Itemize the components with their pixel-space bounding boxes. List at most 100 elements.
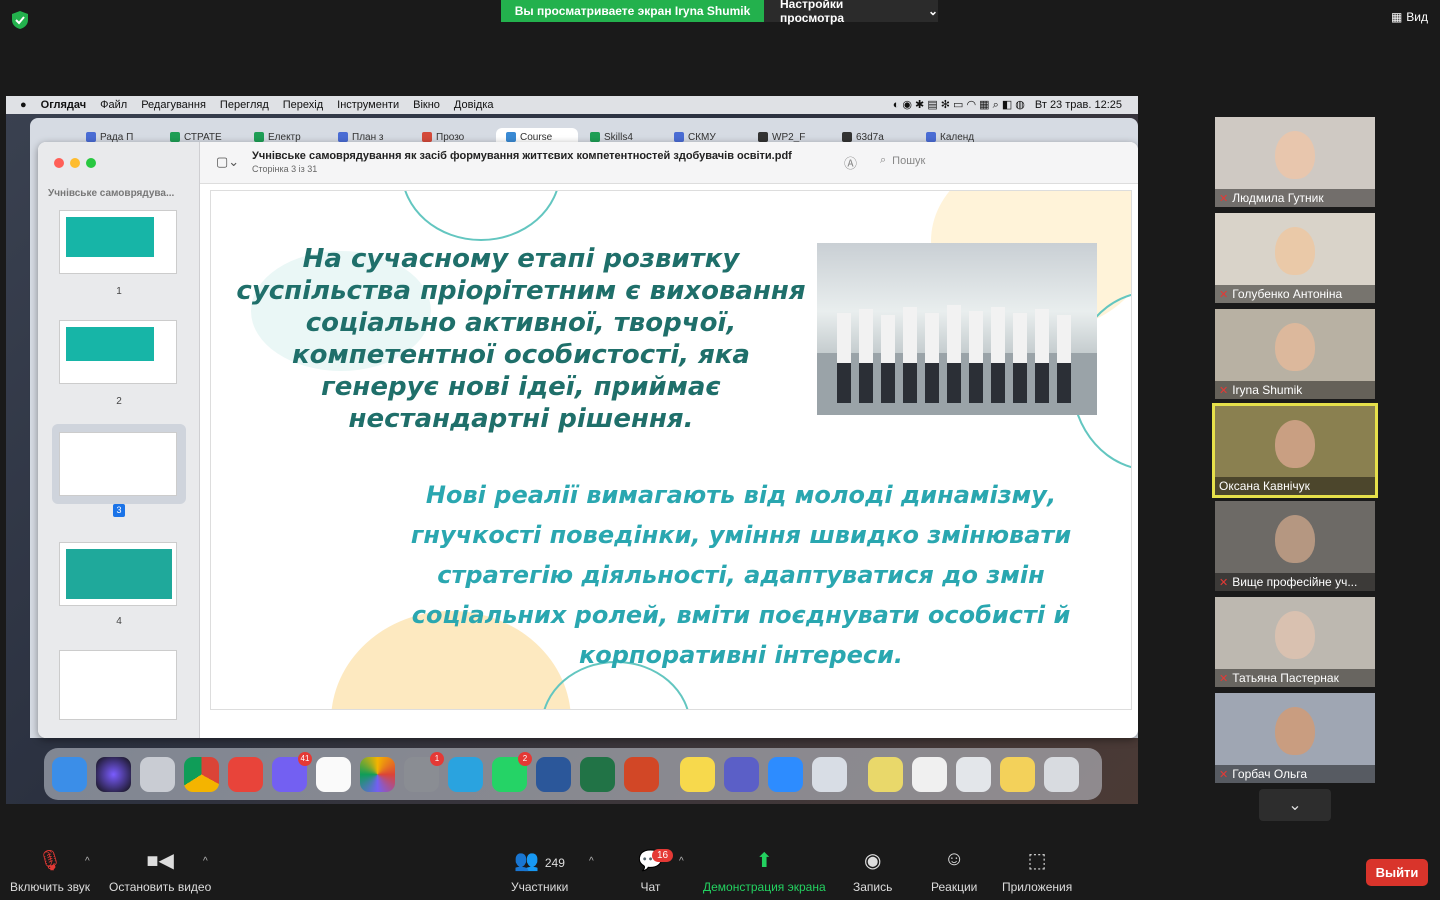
security-shield-icon[interactable] bbox=[12, 11, 28, 29]
unmute-label: Включить звук bbox=[10, 880, 91, 894]
participant-name: Iryna Shumik bbox=[1232, 383, 1303, 397]
menu-edit[interactable]: Редагування bbox=[141, 99, 206, 111]
reminders-icon[interactable] bbox=[316, 756, 351, 792]
thumbnail-number: 2 bbox=[116, 396, 122, 407]
mic-off-icon: ✕ bbox=[1219, 288, 1229, 301]
record-button[interactable]: ◉ Запись bbox=[853, 848, 892, 894]
tab-favicon-icon bbox=[254, 132, 264, 142]
page-thumbnail-4[interactable] bbox=[59, 542, 177, 606]
thumbnail-number-selected: 3 bbox=[113, 504, 125, 517]
tab-favicon-icon bbox=[926, 132, 936, 142]
siri-icon[interactable] bbox=[96, 756, 131, 792]
avatar bbox=[1275, 323, 1315, 371]
menu-tools[interactable]: Інструменти bbox=[337, 99, 399, 111]
share-screen-label: Демонстрация экрана bbox=[703, 880, 826, 894]
view-settings-label: Настройки просмотра bbox=[780, 0, 845, 25]
participant-name: Оксана Кавнічук bbox=[1219, 479, 1310, 493]
menubar-datetime: Вт 23 трав. 12:25 bbox=[1034, 99, 1122, 111]
whatsapp-icon[interactable]: 2 bbox=[492, 751, 532, 792]
system-settings-icon[interactable]: 1 bbox=[404, 751, 444, 792]
record-icon: ◉ bbox=[863, 850, 882, 872]
mic-off-icon: ✕ bbox=[1219, 576, 1229, 589]
apps-label: Приложения bbox=[1002, 880, 1073, 894]
stop-video-button[interactable]: ■◀ Остановить видео bbox=[109, 848, 211, 894]
trash-icon[interactable] bbox=[1044, 756, 1079, 792]
menu-app[interactable]: Оглядач bbox=[41, 99, 86, 111]
sidebar-toggle-icon[interactable]: ▢⌄ bbox=[216, 154, 239, 170]
teams-icon[interactable] bbox=[724, 756, 759, 792]
leave-button[interactable]: Выйти bbox=[1366, 859, 1428, 886]
status-icons: ◐ ◉ ✱ ▤ ✻ ▭ ◠ ▦ ⌕ ◧ ◍ bbox=[892, 99, 1025, 111]
chat-label: Чат bbox=[640, 880, 661, 894]
reactions-label: Реакции bbox=[931, 880, 978, 894]
participant-name: Горбач Ольга bbox=[1232, 767, 1308, 781]
more-participants-chevron-icon[interactable]: ⌄ bbox=[1259, 789, 1331, 821]
mic-off-icon: ✕ bbox=[1219, 672, 1229, 685]
preview-app-icon[interactable] bbox=[812, 756, 847, 792]
participant-tile[interactable]: ✕ Горбач Ольга bbox=[1215, 693, 1375, 783]
chrome-icon[interactable] bbox=[184, 756, 219, 792]
tab-favicon-icon bbox=[674, 132, 684, 142]
close-window-button[interactable] bbox=[54, 158, 64, 168]
menu-view[interactable]: Перегляд bbox=[220, 99, 269, 111]
view-settings-button[interactable]: Настройки просмотра ⌄ bbox=[764, 0, 938, 25]
markup-icon[interactable]: Ⓐ bbox=[844, 153, 857, 172]
unmute-button[interactable]: 🎙 Включить звук bbox=[10, 848, 90, 894]
participant-tile[interactable]: ✕ Iryna Shumik bbox=[1215, 309, 1375, 399]
recent-doc-icon[interactable] bbox=[868, 756, 903, 792]
tab-favicon-icon bbox=[842, 132, 852, 142]
page-thumbnail-3[interactable] bbox=[59, 432, 177, 496]
viewing-screen-banner: Вы просматриваете экран Iryna Shumik bbox=[501, 0, 764, 22]
mic-off-icon: ✕ bbox=[1219, 384, 1229, 397]
participants-icon: 👥 249 bbox=[514, 850, 565, 872]
zoom-window-button[interactable] bbox=[86, 158, 96, 168]
participant-tile[interactable]: ✕ Вище професійне уч... bbox=[1215, 501, 1375, 591]
recent-doc-icon[interactable] bbox=[956, 756, 991, 792]
avatar bbox=[1275, 131, 1315, 179]
excel-icon[interactable] bbox=[580, 756, 615, 792]
viber-icon[interactable]: 41 bbox=[272, 751, 312, 792]
finder-icon[interactable] bbox=[52, 756, 87, 792]
apps-button[interactable]: ⬚ Приложения bbox=[1002, 848, 1072, 894]
minimize-window-button[interactable] bbox=[70, 158, 80, 168]
powerpoint-icon[interactable] bbox=[624, 756, 659, 792]
word-icon[interactable] bbox=[536, 756, 571, 792]
share-screen-button[interactable]: ⬆ Демонстрация экрана bbox=[703, 848, 826, 894]
participant-tile[interactable]: ✕ Людмила Гутник bbox=[1215, 117, 1375, 207]
reactions-button[interactable]: ☺ Реакции bbox=[931, 848, 977, 894]
view-button[interactable]: ▦ Вид bbox=[1391, 10, 1428, 24]
chevron-down-icon: ⌄ bbox=[927, 4, 938, 18]
participant-tile[interactable]: ✕ Татьяна Пастернак bbox=[1215, 597, 1375, 687]
page-thumbnail-5[interactable] bbox=[59, 650, 177, 720]
recent-doc-icon[interactable] bbox=[1000, 756, 1035, 792]
photos-icon[interactable] bbox=[360, 756, 395, 792]
participant-name: Татьяна Пастернак bbox=[1232, 671, 1339, 685]
notes-icon[interactable] bbox=[680, 756, 715, 792]
page-info: Сторінка 3 із 31 bbox=[252, 164, 318, 174]
zoom-icon[interactable] bbox=[768, 756, 803, 792]
recent-doc-icon[interactable] bbox=[912, 756, 947, 792]
audio-options-chevron-icon[interactable]: ^ bbox=[85, 856, 90, 867]
cleaner-icon[interactable] bbox=[228, 756, 263, 792]
menu-help[interactable]: Довідка bbox=[454, 99, 494, 111]
view-label: Вид bbox=[1406, 10, 1428, 24]
menu-file[interactable]: Файл bbox=[100, 99, 127, 111]
mic-off-icon: ✕ bbox=[1219, 768, 1229, 781]
participants-button[interactable]: 👥 249 Участники bbox=[511, 848, 568, 894]
menu-window[interactable]: Вікно bbox=[413, 99, 440, 111]
mac-dock: 41 1 2 bbox=[44, 748, 1102, 800]
video-options-chevron-icon[interactable]: ^ bbox=[203, 856, 208, 867]
mic-off-icon: ✕ bbox=[1219, 192, 1229, 205]
participants-options-chevron-icon[interactable]: ^ bbox=[589, 856, 594, 867]
launchpad-icon[interactable] bbox=[140, 756, 175, 792]
page-thumbnail-2[interactable] bbox=[59, 320, 177, 384]
apple-icon[interactable]: ● bbox=[20, 99, 27, 111]
participant-tile[interactable]: ✕ Голубенко Антоніна bbox=[1215, 213, 1375, 303]
chat-options-chevron-icon[interactable]: ^ bbox=[679, 856, 684, 867]
telegram-icon[interactable] bbox=[448, 756, 483, 792]
menu-go[interactable]: Перехід bbox=[283, 99, 323, 111]
page-thumbnail-1[interactable] bbox=[59, 210, 177, 274]
participant-tile-active-speaker[interactable]: Оксана Кавнічук bbox=[1212, 403, 1378, 498]
video-camera-icon: ■◀ bbox=[146, 850, 174, 872]
search-field[interactable]: ⌕ Пошук bbox=[880, 154, 925, 167]
